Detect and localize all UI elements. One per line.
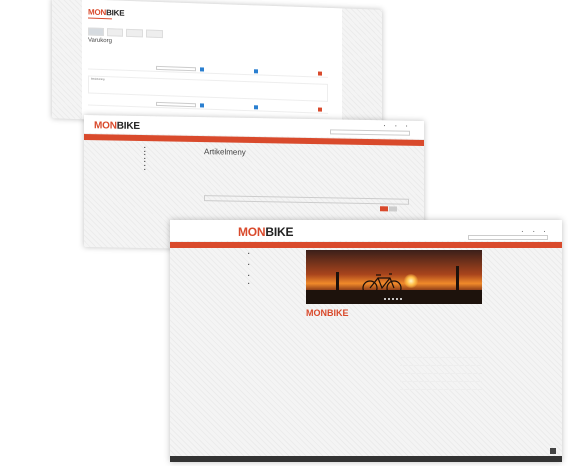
refresh-button[interactable]	[254, 104, 258, 109]
cart-tabs	[88, 27, 163, 39]
header-link[interactable]: ●	[406, 125, 410, 128]
site-footer	[170, 456, 562, 462]
page-title: MONBIKE	[306, 308, 349, 318]
carousel-dot[interactable]	[388, 298, 390, 300]
refresh-button[interactable]	[254, 68, 258, 73]
header-links: ● ● ●	[384, 124, 410, 127]
intro-paragraph	[306, 320, 482, 323]
nav-item[interactable]	[119, 137, 123, 139]
carousel-dots[interactable]	[384, 298, 402, 300]
nav-item[interactable]	[238, 244, 241, 246]
tree-silhouette	[336, 272, 339, 292]
contact-block	[306, 350, 394, 363]
remove-button[interactable]	[318, 107, 322, 112]
header-link[interactable]: ●	[533, 230, 538, 233]
remove-button[interactable]	[318, 71, 322, 76]
sun-glow	[404, 274, 418, 288]
hours-row	[400, 366, 482, 374]
nav-item[interactable]	[254, 244, 258, 246]
logo-mon: MON	[238, 225, 266, 239]
intro-text	[306, 320, 482, 332]
contact-link[interactable]	[306, 360, 394, 363]
scroll-to-top-button[interactable]	[550, 448, 556, 454]
header-link[interactable]: ●	[544, 230, 548, 233]
site-logo[interactable]: MONBIKE	[238, 225, 293, 239]
quantity-input[interactable]	[156, 101, 196, 107]
reset-button[interactable]	[389, 206, 397, 212]
quantity-input[interactable]	[156, 65, 196, 71]
carousel-dot[interactable]	[400, 298, 402, 300]
sidebar-item[interactable]: ■	[144, 168, 202, 173]
hero-image-sunset-bicycle	[306, 250, 482, 304]
header-link[interactable]: ●	[522, 230, 527, 233]
site-logo[interactable]: MONBIKE	[94, 120, 140, 132]
cart-row	[88, 61, 328, 78]
tab-2[interactable]	[107, 28, 124, 37]
article-select[interactable]	[204, 195, 409, 205]
update-button[interactable]	[200, 102, 204, 108]
header-link[interactable]: ●	[395, 124, 400, 127]
submit-button[interactable]	[380, 206, 388, 212]
carousel-dot[interactable]	[396, 298, 398, 300]
main-content: Artikelmeny	[204, 147, 409, 175]
info-paragraph	[204, 165, 409, 172]
page-title: Varukorg	[88, 37, 112, 45]
nav-item[interactable]	[94, 136, 97, 138]
homepage-screenshot: MONBIKE ● ● ● ■ ■ ■ ■ MONBIKE	[170, 220, 562, 462]
logo-mon: MON	[88, 7, 107, 18]
hours-row	[400, 382, 482, 390]
sidebar-menu: ■ ■ ■ ■	[248, 252, 306, 285]
form-actions	[380, 206, 397, 212]
cart-page-screenshot: MONBIKE Varukorg Beskrivning	[52, 0, 382, 130]
nav-item[interactable]	[102, 136, 105, 138]
tab-3[interactable]	[126, 28, 144, 38]
update-button[interactable]	[200, 66, 204, 72]
opening-hours-table	[400, 350, 482, 390]
sidebar-menu: ■ ■ ■ ■ ■ ■ ■	[144, 146, 202, 172]
carousel-dot[interactable]	[392, 298, 394, 300]
header-links: ● ● ●	[522, 230, 548, 233]
page-title: Artikelmeny	[204, 147, 246, 157]
description-label: Beskrivning	[91, 77, 105, 82]
nav-item[interactable]	[263, 244, 267, 246]
nav-item[interactable]	[246, 244, 249, 246]
sidebar-item[interactable]: ■	[248, 282, 306, 286]
header-link[interactable]: ●	[384, 124, 389, 127]
logo-bike: BIKE	[265, 225, 294, 239]
main-nav	[170, 242, 562, 248]
horizon	[306, 290, 482, 304]
title-bike: BIKE	[327, 308, 349, 318]
logo-underline	[88, 17, 112, 20]
nav-item[interactable]	[110, 136, 114, 138]
screenshot-stack: MONBIKE Varukorg Beskrivning MONBIKE ● ●…	[0, 0, 568, 466]
nav-item[interactable]	[271, 244, 274, 246]
hours-row	[400, 374, 482, 382]
site-logo[interactable]: MONBIKE	[88, 7, 124, 17]
search-input[interactable]	[468, 235, 548, 240]
hours-row	[400, 358, 482, 366]
hours-row	[400, 350, 482, 358]
tree-silhouette	[456, 266, 459, 292]
title-mon: MON	[306, 308, 327, 318]
tab-4[interactable]	[146, 29, 163, 39]
cart-page: MONBIKE Varukorg Beskrivning	[82, 0, 342, 129]
logo-mon: MON	[94, 120, 117, 132]
logo-bike: BIKE	[116, 120, 140, 133]
logo-bike: BIKE	[106, 8, 125, 18]
intro-paragraph	[306, 326, 482, 329]
carousel-dot[interactable]	[384, 298, 386, 300]
tab-1[interactable]	[88, 27, 105, 37]
